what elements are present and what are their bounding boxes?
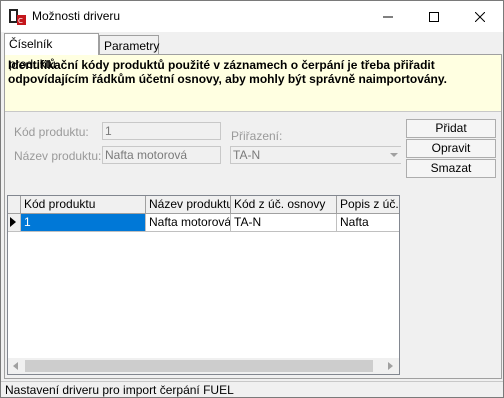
column-header-product-code[interactable]: Kód produktu [21,196,146,214]
title-bar: C Možnosti driveru [1,1,503,32]
maximize-icon [429,11,439,22]
table-cell-product-name[interactable]: Nafta motorová [146,214,231,232]
row-indicator-header [8,196,21,214]
tab-product-codes[interactable]: Číselník produktů [4,33,99,71]
dialog-window: C Možnosti driveru Číselník produktů Par… [0,0,504,398]
delete-button[interactable]: Smazat [406,159,496,178]
table-cell-account-description[interactable]: Nafta [337,214,399,232]
info-text: Identifikační kódy produktů použité v zá… [8,58,447,86]
current-row-arrow-icon [10,217,16,227]
assignment-dropdown-button[interactable] [387,147,401,163]
window-title: Možnosti driveru [32,9,121,23]
close-button[interactable] [457,1,503,32]
status-bar: Nastavení driveru pro import čerpání FUE… [1,381,503,397]
add-button[interactable]: Přidat [406,119,496,138]
product-code-field[interactable]: 1 [102,122,221,140]
table-cell-account-code[interactable]: TA-N [231,214,337,232]
column-header-product-name[interactable]: Název produktu [146,196,231,214]
scroll-right-icon[interactable] [382,358,398,374]
row-indicator [8,214,21,232]
app-icon: C [9,9,26,25]
column-header-account-description[interactable]: Popis z úč. o [337,196,399,214]
maximize-button[interactable] [411,1,457,32]
product-code-label: Kód produktu: [14,125,89,139]
horizontal-scrollbar[interactable] [8,358,399,374]
info-box: Identifikační kódy produktů použité v zá… [5,55,501,112]
scrollbar-thumb[interactable] [25,360,373,372]
table-cell-product-code[interactable]: 1 [21,214,146,232]
assignment-label: Přiřazení: [231,129,283,143]
edit-button[interactable]: Opravit [406,139,496,158]
product-name-label: Název produktu: [14,149,102,163]
scroll-left-icon[interactable] [8,358,24,374]
svg-text:C: C [18,17,23,25]
minimize-icon [383,16,393,17]
column-header-account-code[interactable]: Kód z úč. osnovy [231,196,337,214]
products-grid[interactable]: Kód produktu Název produktu Kód z úč. os… [7,195,400,375]
close-icon [475,11,485,22]
assignment-combo[interactable]: TA-N [230,146,401,164]
chevron-down-icon [390,152,398,157]
tab-parameters[interactable]: Parametry [99,35,159,55]
minimize-button[interactable] [365,1,411,32]
product-name-field[interactable]: Nafta motorová [102,146,221,164]
